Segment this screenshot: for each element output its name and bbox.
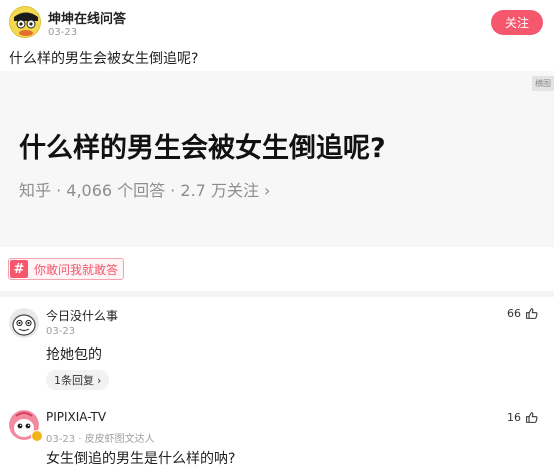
like-count: 66 — [507, 307, 521, 320]
comment-text: 抢她包的 — [46, 347, 102, 363]
card-question-meta: 知乎 · 4,066 个回答 · 2.7 万关注 › — [19, 181, 271, 200]
comment-meta: 03-23 · 皮皮虾图文达人 — [46, 434, 155, 445]
like-button[interactable]: 66 — [507, 307, 538, 320]
post-date: 03-23 — [48, 27, 78, 38]
like-count: 16 — [507, 411, 521, 424]
author-name[interactable]: 坤坤在线问答 — [48, 8, 126, 27]
ghost-avatar-icon — [9, 308, 39, 338]
comment-text: 女生倒追的男生是什么样的呐? — [46, 451, 236, 467]
card-question-title: 什么样的男生会被女生倒追呢? — [19, 133, 386, 164]
thumbs-up-icon — [526, 308, 538, 319]
verified-badge-icon — [31, 430, 43, 442]
comment-item: PIPIXIA-TV 03-23 · 皮皮虾图文达人 女生倒追的男生是什么样的呐… — [0, 403, 554, 468]
topic-tag-label: 你敢问我就敢答 — [34, 262, 119, 277]
commenter-name[interactable]: 今日没什么事 — [46, 307, 118, 324]
chevron-right-icon: › — [97, 373, 102, 387]
section-divider — [0, 291, 554, 297]
post-title: 什么样的男生会被女生倒追呢? — [9, 51, 199, 67]
cartoon-avatar-icon — [10, 7, 40, 37]
author-avatar[interactable] — [9, 6, 41, 38]
topic-tag[interactable]: # 你敢问我就敢答 — [8, 258, 125, 280]
post-header: 坤坤在线问答 03-23 关注 — [0, 0, 554, 44]
commenter-avatar[interactable] — [9, 308, 39, 338]
comment-item: 今日没什么事 03-23 抢她包的 66 1条回复 › — [0, 300, 554, 395]
comment-date: 03-23 — [46, 326, 76, 337]
thumbs-up-icon — [526, 412, 538, 423]
question-card[interactable]: 横图 什么样的男生会被女生倒追呢? 知乎 · 4,066 个回答 · 2.7 万… — [0, 71, 554, 247]
hashtag-icon: # — [10, 260, 28, 278]
reply-count-label: 1条回复 — [54, 374, 94, 387]
commenter-name[interactable]: PIPIXIA-TV — [46, 410, 106, 424]
like-button[interactable]: 16 — [507, 411, 538, 424]
view-replies-button[interactable]: 1条回复 › — [46, 370, 110, 390]
image-orientation-badge: 横图 — [532, 76, 554, 91]
follow-button[interactable]: 关注 — [491, 10, 543, 35]
